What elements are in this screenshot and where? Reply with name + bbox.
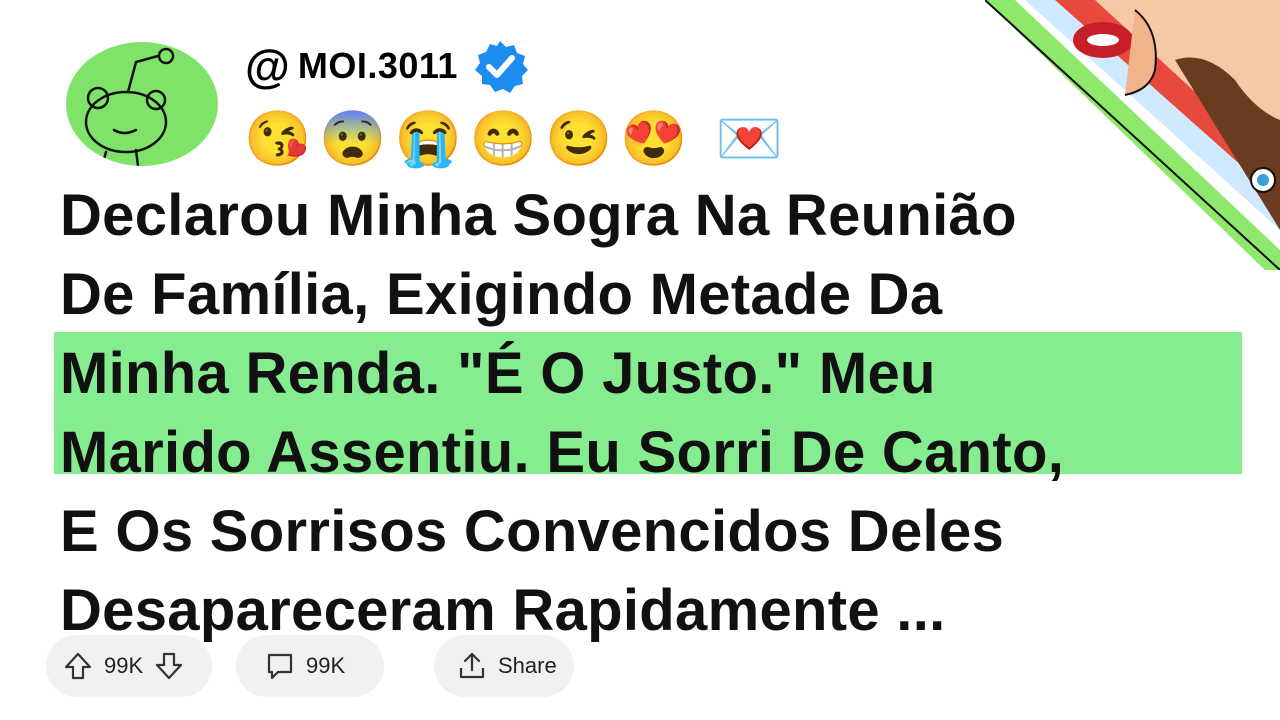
share-button[interactable]: Share: [434, 635, 574, 697]
downvote-arrow-icon[interactable]: [153, 650, 185, 682]
snoo-avatar-icon: [84, 47, 175, 166]
title-line: Marido Assentiu. Eu Sorri De Canto,: [60, 420, 1065, 485]
verified-badge-icon: [474, 41, 528, 93]
comments-button[interactable]: 99K: [236, 635, 384, 697]
share-label: Share: [498, 653, 557, 678]
username[interactable]: MOI.3011: [298, 45, 458, 87]
post-title[interactable]: Declarou Minha Sogra Na Reunião De Famíl…: [60, 176, 1260, 650]
emoji-row: 😘 😨 😭 😁 😉 😍 💌: [244, 108, 783, 170]
winking-face-icon: 😉: [545, 109, 613, 169]
crying-face-icon: 😭: [394, 109, 462, 169]
avatar[interactable]: [66, 42, 218, 166]
title-line: Declarou Minha Sogra Na Reunião: [60, 183, 1017, 248]
comment-bubble-icon: [267, 653, 293, 680]
title-line: De Família, Exigindo Metade Da: [60, 262, 943, 327]
share-icon: [459, 652, 485, 679]
at-symbol: @: [245, 40, 290, 92]
upvote-arrow-icon[interactable]: [62, 650, 94, 682]
comment-count: 99K: [306, 653, 346, 678]
user-handle[interactable]: @ MOI.3011: [245, 38, 528, 94]
love-letter-icon: 💌: [715, 109, 783, 169]
title-line: E Os Sorrisos Convencidos Deles: [60, 499, 1005, 564]
grinning-face-icon: 😁: [469, 109, 537, 169]
heart-eyes-face-icon: 😍: [620, 109, 688, 169]
title-line: Desapareceram Rapidamente ...: [60, 578, 946, 643]
vote-count: 99K: [104, 653, 144, 678]
fearful-face-icon: 😨: [319, 109, 387, 169]
kissing-face-icon: 😘: [244, 109, 312, 169]
title-line: Minha Renda. "É O Justo." Meu: [60, 341, 936, 406]
vote-pill: 99K: [46, 635, 212, 697]
